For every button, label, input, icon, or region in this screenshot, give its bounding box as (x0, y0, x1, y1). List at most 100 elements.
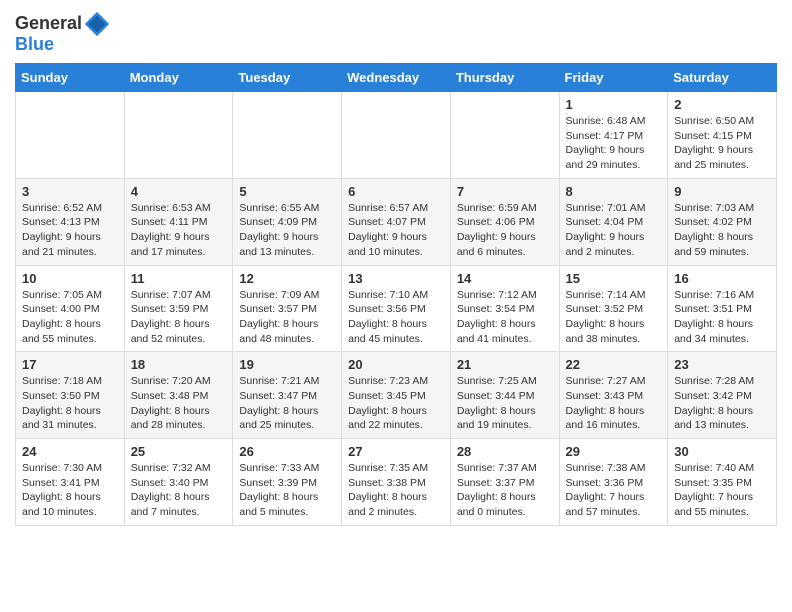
day-info: Sunrise: 7:23 AM Sunset: 3:45 PM Dayligh… (348, 374, 444, 433)
calendar-cell: 13 Sunrise: 7:10 AM Sunset: 3:56 PM Dayli… (342, 265, 451, 352)
week-row-1: 1 Sunrise: 6:48 AM Sunset: 4:17 PM Daylig… (16, 92, 777, 179)
day-number: 17 (22, 357, 118, 372)
calendar-cell: 29Sunrise: 7:38 AM Sunset: 3:36 PM Dayli… (559, 439, 668, 526)
calendar-cell: 15Sunrise: 7:14 AM Sunset: 3:52 PM Dayli… (559, 265, 668, 352)
calendar-cell: 4 Sunrise: 6:53 AM Sunset: 4:11 PM Daylig… (124, 178, 233, 265)
day-number: 6 (348, 184, 444, 199)
calendar-cell (124, 92, 233, 179)
day-info: Sunrise: 7:32 AM Sunset: 3:40 PM Dayligh… (131, 461, 227, 520)
weekday-header-tuesday: Tuesday (233, 64, 342, 92)
day-number: 16 (674, 271, 770, 286)
day-number: 27 (348, 444, 444, 459)
day-number: 28 (457, 444, 553, 459)
page-header: General Blue (15, 10, 777, 55)
day-info: Sunrise: 6:55 AM Sunset: 4:09 PM Dayligh… (239, 201, 335, 260)
week-row-4: 17 Sunrise: 7:18 AM Sunset: 3:50 PM Dayli… (16, 352, 777, 439)
logo-general: General (15, 13, 82, 33)
calendar-cell: 9 Sunrise: 7:03 AM Sunset: 4:02 PM Daylig… (668, 178, 777, 265)
day-info: Sunrise: 6:48 AM Sunset: 4:17 PM Dayligh… (566, 114, 662, 173)
day-info: Sunrise: 7:37 AM Sunset: 3:37 PM Dayligh… (457, 461, 553, 520)
calendar-cell: 24 Sunrise: 7:30 AM Sunset: 3:41 PM Dayli… (16, 439, 125, 526)
day-info: Sunrise: 7:18 AM Sunset: 3:50 PM Dayligh… (22, 374, 118, 433)
day-number: 26 (239, 444, 335, 459)
day-info: Sunrise: 7:28 AM Sunset: 3:42 PM Dayligh… (674, 374, 770, 433)
day-info: Sunrise: 6:59 AM Sunset: 4:06 PM Dayligh… (457, 201, 553, 260)
day-info: Sunrise: 7:25 AM Sunset: 3:44 PM Dayligh… (457, 374, 553, 433)
calendar-cell: 2 Sunrise: 6:50 AM Sunset: 4:15 PM Daylig… (668, 92, 777, 179)
day-number: 15 (566, 271, 662, 286)
day-number: 14 (457, 271, 553, 286)
calendar-cell: 25 Sunrise: 7:32 AM Sunset: 3:40 PM Dayli… (124, 439, 233, 526)
calendar-cell (450, 92, 559, 179)
calendar-cell: 12 Sunrise: 7:09 AM Sunset: 3:57 PM Dayli… (233, 265, 342, 352)
day-info: Sunrise: 6:53 AM Sunset: 4:11 PM Dayligh… (131, 201, 227, 260)
weekday-header-wednesday: Wednesday (342, 64, 451, 92)
day-info: Sunrise: 7:33 AM Sunset: 3:39 PM Dayligh… (239, 461, 335, 520)
week-row-2: 3Sunrise: 6:52 AM Sunset: 4:13 PM Daylig… (16, 178, 777, 265)
day-info: Sunrise: 7:16 AM Sunset: 3:51 PM Dayligh… (674, 288, 770, 347)
calendar-cell: 23 Sunrise: 7:28 AM Sunset: 3:42 PM Dayli… (668, 352, 777, 439)
day-number: 13 (348, 271, 444, 286)
day-number: 25 (131, 444, 227, 459)
day-number: 22 (566, 357, 662, 372)
weekday-header-saturday: Saturday (668, 64, 777, 92)
calendar-cell: 16 Sunrise: 7:16 AM Sunset: 3:51 PM Dayli… (668, 265, 777, 352)
day-number: 9 (674, 184, 770, 199)
calendar-cell: 10 Sunrise: 7:05 AM Sunset: 4:00 PM Dayli… (16, 265, 125, 352)
calendar-cell: 11 Sunrise: 7:07 AM Sunset: 3:59 PM Dayli… (124, 265, 233, 352)
day-info: Sunrise: 7:40 AM Sunset: 3:35 PM Dayligh… (674, 461, 770, 520)
calendar-table: SundayMondayTuesdayWednesdayThursdayFrid… (15, 63, 777, 526)
calendar-cell: 19 Sunrise: 7:21 AM Sunset: 3:47 PM Dayli… (233, 352, 342, 439)
day-info: Sunrise: 7:27 AM Sunset: 3:43 PM Dayligh… (566, 374, 662, 433)
day-number: 19 (239, 357, 335, 372)
day-info: Sunrise: 7:21 AM Sunset: 3:47 PM Dayligh… (239, 374, 335, 433)
day-info: Sunrise: 7:35 AM Sunset: 3:38 PM Dayligh… (348, 461, 444, 520)
day-number: 12 (239, 271, 335, 286)
day-number: 21 (457, 357, 553, 372)
calendar-cell: 3Sunrise: 6:52 AM Sunset: 4:13 PM Daylig… (16, 178, 125, 265)
week-row-3: 10 Sunrise: 7:05 AM Sunset: 4:00 PM Dayli… (16, 265, 777, 352)
calendar-cell: 1 Sunrise: 6:48 AM Sunset: 4:17 PM Daylig… (559, 92, 668, 179)
week-row-5: 24 Sunrise: 7:30 AM Sunset: 3:41 PM Dayli… (16, 439, 777, 526)
calendar-cell: 30 Sunrise: 7:40 AM Sunset: 3:35 PM Dayli… (668, 439, 777, 526)
day-info: Sunrise: 7:10 AM Sunset: 3:56 PM Dayligh… (348, 288, 444, 347)
calendar-cell: 20Sunrise: 7:23 AM Sunset: 3:45 PM Dayli… (342, 352, 451, 439)
day-info: Sunrise: 7:05 AM Sunset: 4:00 PM Dayligh… (22, 288, 118, 347)
day-number: 1 (566, 97, 662, 112)
calendar-cell: 14 Sunrise: 7:12 AM Sunset: 3:54 PM Dayli… (450, 265, 559, 352)
day-number: 18 (131, 357, 227, 372)
day-number: 7 (457, 184, 553, 199)
day-info: Sunrise: 7:12 AM Sunset: 3:54 PM Dayligh… (457, 288, 553, 347)
day-number: 2 (674, 97, 770, 112)
day-info: Sunrise: 7:03 AM Sunset: 4:02 PM Dayligh… (674, 201, 770, 260)
day-info: Sunrise: 7:07 AM Sunset: 3:59 PM Dayligh… (131, 288, 227, 347)
day-number: 5 (239, 184, 335, 199)
day-number: 23 (674, 357, 770, 372)
weekday-header-thursday: Thursday (450, 64, 559, 92)
calendar-cell: 22 Sunrise: 7:27 AM Sunset: 3:43 PM Dayli… (559, 352, 668, 439)
calendar-cell: 21 Sunrise: 7:25 AM Sunset: 3:44 PM Dayli… (450, 352, 559, 439)
day-info: Sunrise: 7:01 AM Sunset: 4:04 PM Dayligh… (566, 201, 662, 260)
calendar-cell: 27 Sunrise: 7:35 AM Sunset: 3:38 PM Dayli… (342, 439, 451, 526)
day-number: 4 (131, 184, 227, 199)
day-number: 11 (131, 271, 227, 286)
calendar-cell: 7 Sunrise: 6:59 AM Sunset: 4:06 PM Daylig… (450, 178, 559, 265)
day-number: 10 (22, 271, 118, 286)
day-number: 24 (22, 444, 118, 459)
day-info: Sunrise: 7:30 AM Sunset: 3:41 PM Dayligh… (22, 461, 118, 520)
calendar-cell: 18 Sunrise: 7:20 AM Sunset: 3:48 PM Dayli… (124, 352, 233, 439)
day-info: Sunrise: 6:57 AM Sunset: 4:07 PM Dayligh… (348, 201, 444, 260)
weekday-header-row: SundayMondayTuesdayWednesdayThursdayFrid… (16, 64, 777, 92)
day-info: Sunrise: 7:09 AM Sunset: 3:57 PM Dayligh… (239, 288, 335, 347)
day-info: Sunrise: 7:20 AM Sunset: 3:48 PM Dayligh… (131, 374, 227, 433)
calendar-cell: 28 Sunrise: 7:37 AM Sunset: 3:37 PM Dayli… (450, 439, 559, 526)
calendar-cell (16, 92, 125, 179)
weekday-header-friday: Friday (559, 64, 668, 92)
day-number: 30 (674, 444, 770, 459)
day-info: Sunrise: 6:50 AM Sunset: 4:15 PM Dayligh… (674, 114, 770, 173)
calendar-cell: 8 Sunrise: 7:01 AM Sunset: 4:04 PM Daylig… (559, 178, 668, 265)
weekday-header-sunday: Sunday (16, 64, 125, 92)
day-info: Sunrise: 7:38 AM Sunset: 3:36 PM Dayligh… (566, 461, 662, 520)
day-number: 3 (22, 184, 118, 199)
day-number: 8 (566, 184, 662, 199)
